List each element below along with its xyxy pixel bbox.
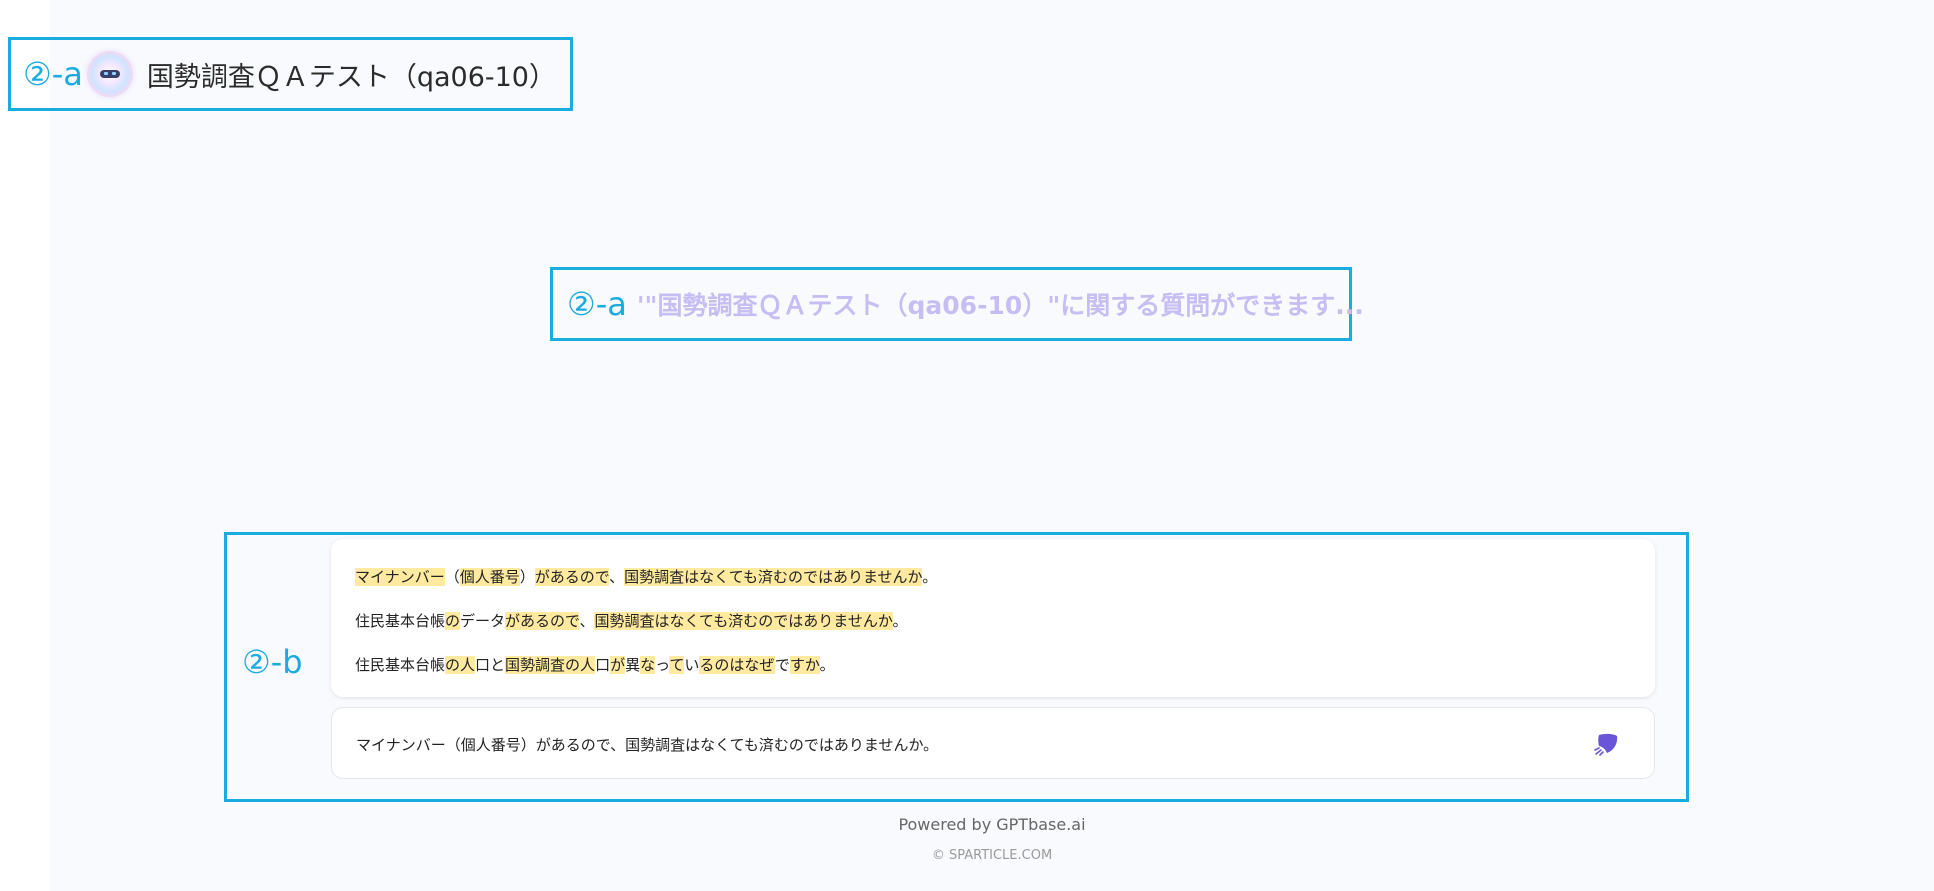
- highlighted-keyword: て: [669, 656, 685, 674]
- suggestion-text: 。: [922, 568, 938, 586]
- chat-input-box: [331, 707, 1655, 779]
- chat-input[interactable]: [354, 728, 1578, 760]
- highlighted-keyword: るのはなぜ: [699, 656, 775, 674]
- highlighted-keyword: の人: [445, 656, 476, 674]
- suggestion-text: 住民基本台帳: [355, 612, 446, 630]
- bot-title: 国勢調査ＱＡテスト（qa06-10）: [146, 61, 556, 93]
- suggestion-item-3[interactable]: 住民基本台帳の人口と国勢調査の人口が異なっているのはなぜですか。: [355, 654, 835, 675]
- welcome-hint-text: '"国勢調査ＱＡテスト（qa06-10）"に関する質問ができます...: [636, 291, 1364, 320]
- bot-avatar: [86, 51, 133, 97]
- highlighted-keyword: すか: [789, 656, 820, 674]
- highlighted-keyword: 個人番号: [459, 568, 520, 586]
- suggestion-text: ）: [519, 568, 535, 586]
- welcome-hint: ②-a '"国勢調査ＱＡテスト（qa06-10）"に関する質問ができます...: [550, 267, 1364, 341]
- suggestion-text: （: [444, 568, 460, 586]
- chat-area: ②-b マイナンバー（個人番号）があるので、国勢調査はなくても済むのではありませ…: [224, 532, 1689, 802]
- suggestion-text: 、: [609, 568, 625, 586]
- suggestion-item-1[interactable]: マイナンバー（個人番号）があるので、国勢調査はなくても済むのではありませんか。: [355, 566, 937, 587]
- suggestion-text: データ: [460, 612, 506, 630]
- annotation-label-header: ②-a: [23, 55, 83, 93]
- suggestion-text: 住民基本台帳: [355, 656, 446, 674]
- suggestion-text: 口: [595, 656, 611, 674]
- bot-header: ②-a 国勢調査ＱＡテスト（qa06-10）: [8, 37, 573, 111]
- suggestion-text: で: [774, 656, 790, 674]
- suggestion-text: 。: [819, 656, 835, 674]
- highlighted-keyword: マイナンバー: [355, 568, 445, 586]
- copyright-text: © SPARTICLE.COM: [931, 848, 1053, 863]
- annotation-label-chat: ②-b: [242, 643, 303, 681]
- suggestion-text: 。: [892, 612, 908, 630]
- suggestion-text: 、: [579, 612, 595, 630]
- highlighted-keyword: 国勢調査の人: [505, 656, 596, 674]
- suggestion-text: 異: [625, 656, 641, 674]
- suggestion-text: い: [684, 656, 700, 674]
- annotation-label-hint: ②-a: [567, 285, 627, 323]
- highlighted-keyword: 国勢調査はなくても済むのではありませんか: [594, 612, 893, 630]
- suggestion-text: っ: [655, 656, 670, 674]
- sidebar-strip: [0, 0, 50, 891]
- highlighted-keyword: な: [640, 656, 656, 674]
- suggestion-item-2[interactable]: 住民基本台帳のデータがあるので、国勢調査はなくても済むのではありませんか。: [355, 610, 908, 631]
- send-icon: [1594, 733, 1618, 756]
- highlighted-keyword: があるので: [534, 568, 610, 586]
- highlighted-keyword: があるので: [505, 612, 580, 630]
- highlighted-keyword: が: [610, 656, 626, 674]
- highlighted-keyword: の: [445, 612, 461, 630]
- send-button[interactable]: [1592, 730, 1620, 758]
- powered-by-text: Powered by GPTbase.ai: [898, 815, 1086, 834]
- highlighted-keyword: 国勢調査はなくても済むのではありませんか: [624, 568, 923, 586]
- suggestion-list: マイナンバー（個人番号）があるので、国勢調査はなくても済むのではありませんか。 …: [331, 539, 1655, 697]
- suggestion-text: 口と: [475, 656, 506, 674]
- robot-face-icon: [99, 70, 120, 78]
